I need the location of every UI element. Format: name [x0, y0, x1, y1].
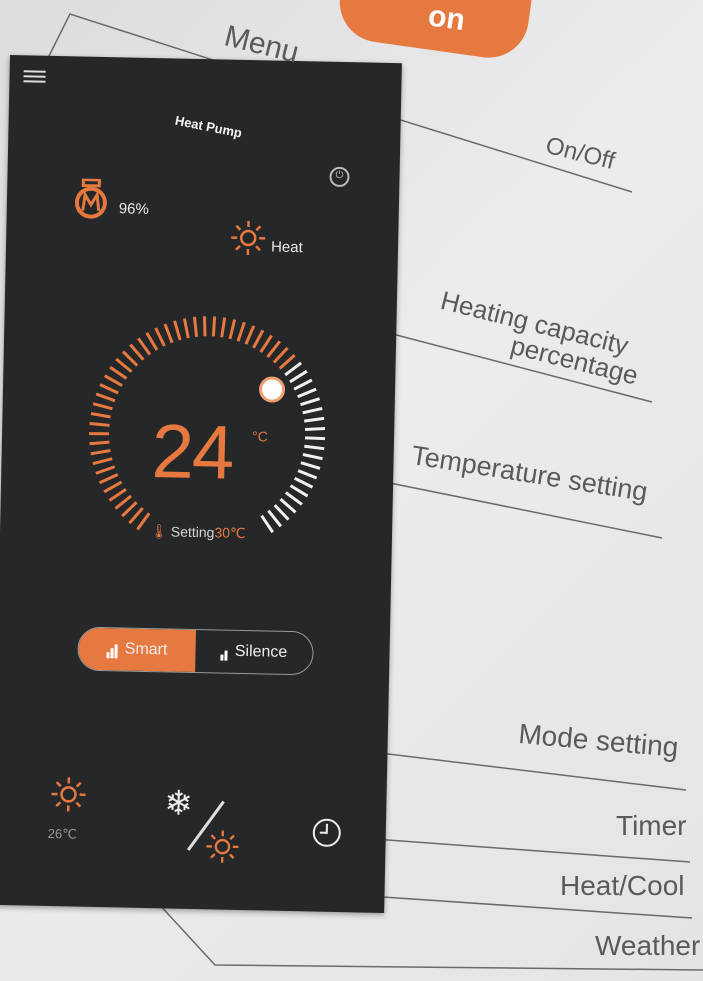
dial-tick	[297, 469, 318, 480]
dial-tick	[115, 357, 133, 373]
temperature-setting: 🌡 Setting30℃	[149, 523, 246, 542]
dial-tick	[279, 497, 297, 514]
phone-screen: Heat Pump ⏻ 96% Heat 24 °C 🌡 Setting30℃ S…	[0, 55, 402, 914]
dial-tick	[284, 361, 303, 377]
dial-tick	[92, 402, 113, 411]
dial-tick	[302, 453, 323, 461]
dial-tick	[203, 316, 207, 337]
weather-sun-icon[interactable]	[50, 776, 87, 813]
dial-tick	[304, 426, 326, 431]
dial-tick	[289, 369, 308, 384]
dial-tick	[192, 316, 199, 337]
signal-bars-icon	[220, 643, 229, 661]
dial-tick	[182, 318, 190, 339]
dial-tick	[289, 484, 309, 498]
capacity-icon	[74, 178, 107, 219]
thermometer-icon: 🌡	[149, 523, 169, 540]
dial-tick	[293, 476, 314, 489]
dial-tick	[260, 514, 274, 534]
menu-icon[interactable]	[23, 67, 46, 87]
silence-mode-button[interactable]: Silence	[195, 630, 313, 674]
dial-tick	[278, 353, 296, 370]
dial-tick	[90, 412, 111, 419]
dial-tick	[95, 465, 116, 475]
dial-tick	[300, 397, 321, 407]
dial-tick	[137, 337, 152, 356]
capacity-percentage: 96%	[118, 200, 150, 218]
dial-tick	[95, 392, 116, 403]
mode-toggle: Smart Silence	[77, 626, 314, 676]
dial-tick	[109, 365, 128, 380]
dial-tick	[129, 343, 145, 361]
mode-label: Heat	[270, 238, 303, 257]
dial-tick	[236, 321, 246, 342]
dial-tick	[266, 340, 282, 358]
dial-tick	[90, 449, 111, 456]
dial-tick	[103, 480, 123, 494]
dial-tick	[297, 387, 317, 399]
temperature-unit: °C	[251, 428, 268, 445]
dial-tick	[99, 383, 119, 395]
dial-tick	[228, 319, 237, 340]
dial-tick	[89, 432, 110, 436]
dial-tick	[304, 416, 325, 423]
dial-tick	[121, 350, 139, 367]
dial-tick	[163, 323, 174, 344]
dial-tick	[121, 501, 138, 518]
snowflake-icon[interactable]: ❄	[164, 783, 193, 824]
smart-mode-button[interactable]: Smart	[78, 627, 196, 673]
dial-tick	[108, 487, 127, 502]
weather-temperature: 26℃	[47, 825, 77, 842]
label-timer: Timer	[616, 810, 687, 841]
dial-tick	[98, 473, 119, 485]
dial-tick	[244, 325, 256, 345]
dial-tick	[272, 346, 289, 364]
dial-tick	[220, 317, 227, 338]
power-icon[interactable]: ⏻	[329, 166, 350, 188]
dial-tick	[304, 436, 326, 441]
dial-tick	[145, 332, 159, 351]
dial-tick	[154, 327, 166, 347]
dial-tick	[284, 491, 303, 506]
heat-sun-icon[interactable]	[205, 829, 240, 864]
dial-tick	[259, 334, 273, 353]
dial-tick	[128, 507, 144, 525]
dial-tick	[89, 422, 110, 427]
label-heat-cool: Heat/Cool	[560, 870, 685, 901]
dial-tick	[89, 440, 110, 446]
timer-icon[interactable]	[311, 817, 342, 848]
dial-tick	[300, 461, 321, 470]
dial-tick	[252, 329, 265, 349]
sun-icon	[231, 221, 266, 256]
dial-tick	[211, 316, 217, 337]
app-title: Heat Pump	[173, 112, 244, 141]
dial-tick	[92, 457, 113, 466]
dial-tick	[103, 374, 123, 387]
dial-tick	[173, 320, 182, 341]
dial-tick	[267, 509, 283, 528]
current-temperature: 24	[150, 409, 234, 496]
label-weather: Weather	[595, 930, 701, 961]
dial-tick	[114, 494, 132, 510]
dial-tick	[136, 512, 151, 531]
dial-tick	[302, 406, 323, 415]
dial-tick	[304, 444, 325, 451]
dial-tick	[273, 504, 290, 521]
signal-bars-icon	[106, 640, 119, 659]
dial-tick	[293, 378, 313, 391]
